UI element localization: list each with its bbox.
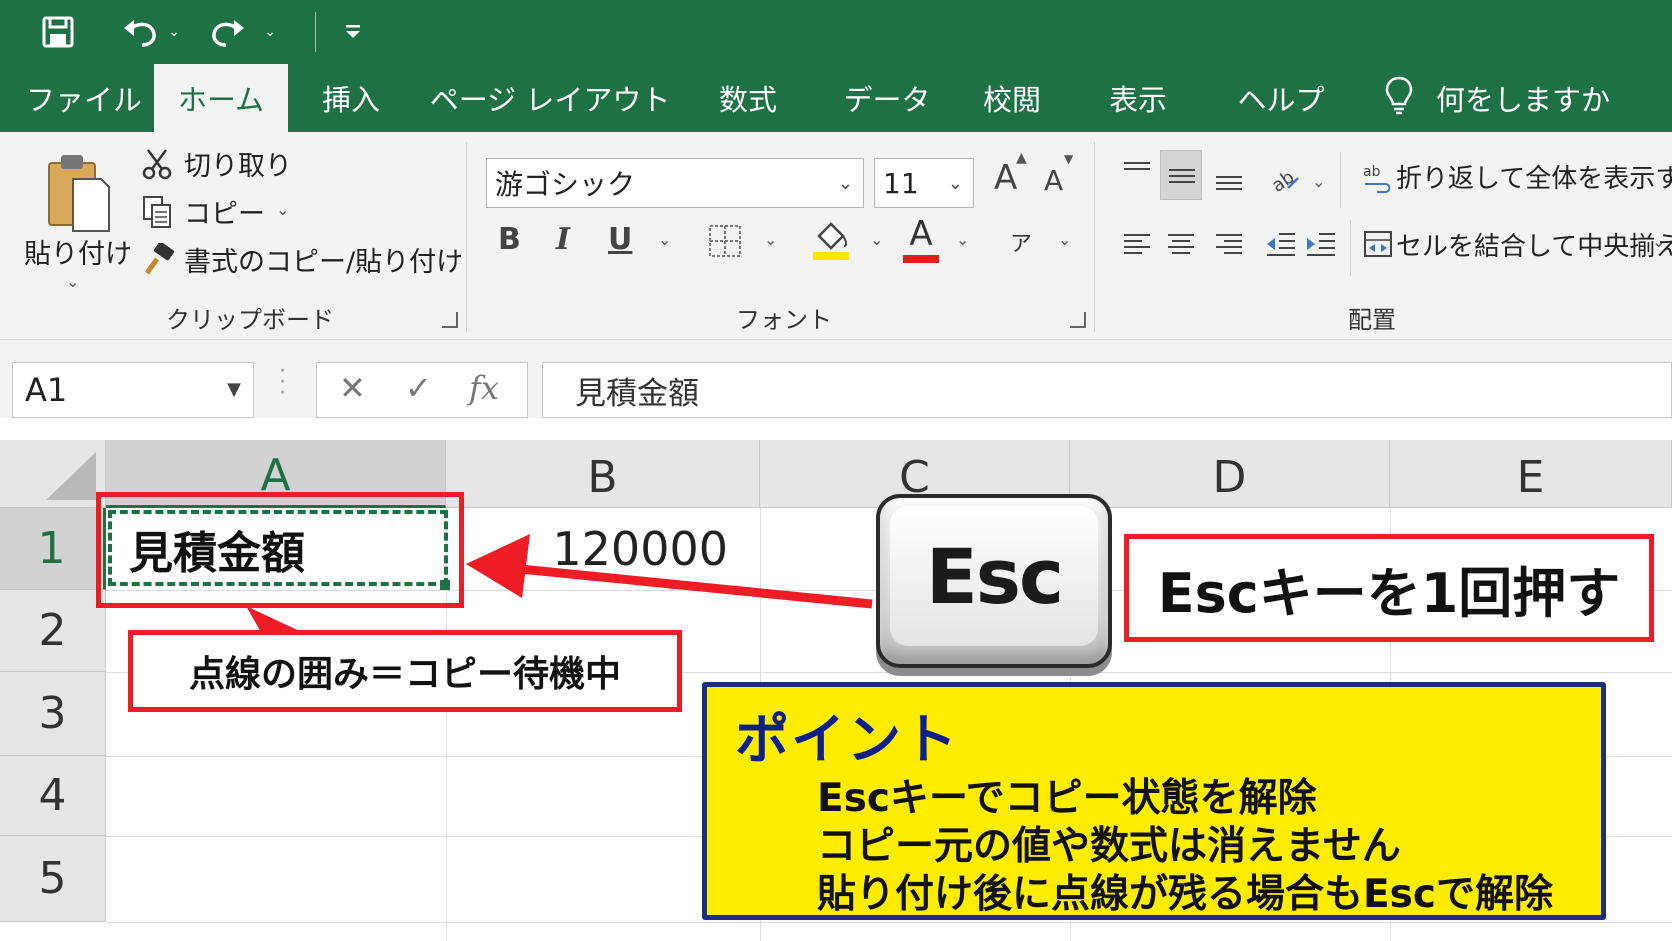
esc-instruction-callout: Escキーを1回押す xyxy=(1124,534,1654,642)
excel-window: ⌄ ⌄ ファイル ホーム 挿入 ページ レイアウト 数式 データ 校閲 表示 ヘ… xyxy=(0,0,1672,941)
point-title: ポイント xyxy=(735,708,959,771)
point-line-3: 貼り付け後に点線が残る場合もEscで解除 xyxy=(817,872,1553,917)
marquee-note-callout: 点線の囲み＝コピー待機中 xyxy=(128,630,682,712)
marquee-note-text: 点線の囲み＝コピー待機中 xyxy=(188,654,621,695)
arrow-to-a1 xyxy=(466,534,873,609)
esc-key-label: Esc xyxy=(890,506,1098,646)
esc-key-illustration: Esc xyxy=(876,494,1112,668)
point-box: ポイント Escキーでコピー状態を解除 コピー元の値や数式は消えません 貼り付け… xyxy=(702,682,1606,920)
esc-instruction-text: Escキーを1回押す xyxy=(1157,561,1621,625)
